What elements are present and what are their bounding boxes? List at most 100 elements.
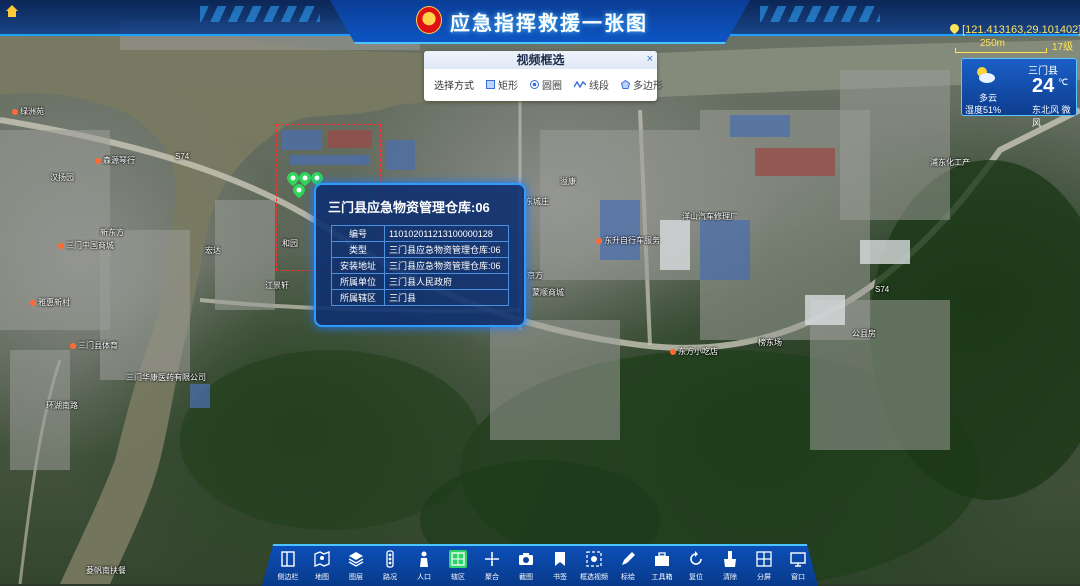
scale-bar — [955, 48, 1047, 53]
rectangle-icon — [486, 80, 495, 89]
popup-info-table: 编号 110102011213100000128 类型 三门县应急物资管理仓库:06… — [331, 225, 509, 306]
map-label: 三门县体育 — [70, 340, 118, 351]
frame-select-icon — [586, 551, 602, 567]
video-select-panel: 视频框选 × 选择方式 矩形 圆圈 线段 多边形 — [424, 51, 663, 101]
home-icon[interactable] — [5, 4, 19, 18]
header-decoration — [200, 6, 320, 22]
row-key: 类型 — [331, 241, 385, 258]
zoom-level: 17级 — [1052, 42, 1074, 53]
table-row: 编号 110102011213100000128 — [331, 225, 509, 242]
option-rectangle[interactable]: 矩形 — [486, 77, 518, 92]
toolbar-sidebar-button[interactable]: 侧边栏 — [272, 548, 304, 586]
map-label: 京方 — [527, 271, 543, 280]
toolbar-split-screen-button[interactable]: 分屏 — [748, 548, 780, 586]
toolbar-frame-video-button[interactable]: 框选视频 — [578, 548, 610, 586]
map-label: 三门中国商城 — [58, 240, 114, 251]
map-label: 蒙顺商城 — [532, 288, 564, 297]
road-number-label: S74 — [175, 152, 190, 161]
map-icon — [314, 551, 330, 567]
toolbar-traffic-button[interactable]: 路况 — [374, 548, 406, 586]
toolbar-reset-button[interactable]: 复位 — [680, 548, 712, 586]
toolbar-layers-button[interactable]: 图层 — [340, 548, 372, 586]
toolbox-icon — [655, 552, 669, 566]
toolbar-population-button[interactable]: 人口 — [408, 548, 440, 586]
row-value: 三门县应急物资管理仓库:06 — [384, 241, 509, 258]
map-label: 森源琴行 — [95, 155, 135, 166]
toolbar-draw-button[interactable]: 标绘 — [612, 548, 644, 586]
row-value: 三门县人民政府 — [384, 273, 509, 290]
table-row: 类型 三门县应急物资管理仓库:06 — [331, 241, 509, 258]
page-title: 应急指挥救援一张图 — [450, 13, 648, 35]
toolbar-screenshot-button[interactable]: 截图 — [510, 548, 542, 586]
location-pin-icon — [950, 24, 959, 34]
map-label: 浦东化工产 — [930, 158, 970, 167]
map-label: 新东方 — [100, 228, 124, 237]
map-label: 榜东场 — [758, 338, 782, 347]
row-key: 安装地址 — [331, 257, 385, 274]
partly-cloudy-icon — [977, 67, 995, 83]
map-label: 和园 — [282, 239, 298, 248]
sidebar-icon — [281, 551, 295, 567]
map-label: 公县房 — [852, 329, 876, 338]
map-label: 江景轩 — [265, 281, 289, 290]
table-row: 所属辖区 三门县 — [331, 289, 509, 306]
circle-icon — [530, 80, 539, 89]
toolbar-cluster-button[interactable]: 聚合 — [476, 548, 508, 586]
header: 应急指挥救援一张图 — [0, 0, 1080, 44]
person-icon — [420, 551, 428, 567]
close-icon[interactable]: × — [647, 53, 653, 65]
camera-icon — [519, 553, 533, 565]
video-select-panel-title: 视频框选 — [424, 51, 657, 69]
bookmark-icon — [555, 552, 565, 566]
header-decoration — [760, 6, 880, 22]
road-number-label: S74 — [875, 285, 890, 294]
line-icon — [574, 80, 586, 89]
map-label: 汉扬园 — [50, 173, 74, 182]
split-screen-icon — [756, 551, 772, 567]
table-row: 所属单位 三门县人民政府 — [331, 273, 509, 290]
map-label: 洋山汽车修理厂 — [682, 212, 738, 221]
weather-wind: 东北风 微风 — [1032, 105, 1071, 128]
row-value: 三门县 — [384, 289, 509, 306]
weather-humidity: 湿度51% — [965, 105, 1002, 115]
option-circle[interactable]: 圆圈 — [530, 77, 562, 92]
map-label: 环湖南路 — [46, 401, 78, 410]
polygon-icon — [621, 80, 630, 89]
row-key: 编号 — [331, 225, 385, 242]
national-emblem-icon — [416, 6, 442, 34]
option-polygon[interactable]: 多边形 — [621, 77, 663, 92]
row-value: 三门县应急物资管理仓库:06 — [384, 257, 509, 274]
row-key: 所属单位 — [331, 273, 385, 290]
map-label: 东升自行车服务 — [596, 235, 660, 246]
toolbar-clear-button[interactable]: 清除 — [714, 548, 746, 586]
map-label: 东城庄 — [525, 197, 549, 206]
weather-unit: ℃ — [1058, 77, 1069, 87]
layers-icon — [348, 552, 364, 567]
option-line[interactable]: 线段 — [574, 77, 609, 92]
traffic-light-icon — [386, 550, 394, 568]
district-icon — [449, 550, 467, 568]
window-icon — [790, 552, 806, 567]
toolbar-district-button[interactable]: 辖区 — [442, 548, 474, 586]
toolbar-window-button[interactable]: 窗口 — [782, 548, 814, 586]
popup-title: 三门县应急物资管理仓库:06 — [328, 200, 490, 215]
row-value: 110102011213100000128 — [384, 225, 509, 242]
toolbar-toolbox-button[interactable]: 工具箱 — [646, 548, 678, 586]
toolbar-map-button[interactable]: 地图 — [306, 548, 338, 586]
camera-marker-icon[interactable] — [293, 184, 305, 198]
map-label: 东方小吃店 — [670, 346, 718, 357]
coordinate-readout: [121.413163,29.101402] — [950, 24, 1080, 36]
map-label: 溢康 — [560, 177, 576, 186]
select-method-label: 选择方式 — [434, 81, 474, 92]
cluster-icon — [485, 552, 499, 566]
clear-icon — [724, 551, 736, 567]
row-key: 所属辖区 — [331, 289, 385, 306]
map-label: 雅惠新村 — [30, 297, 70, 308]
map-label: 宏达 — [205, 246, 221, 255]
reset-icon — [690, 551, 702, 565]
bottom-toolbar: 侧边栏 地图 图层 路况 人口 辖区 聚合 截图 书签 框选视频 标绘 工具箱 … — [262, 544, 818, 586]
table-row: 安装地址 三门县应急物资管理仓库:06 — [331, 257, 509, 274]
toolbar-bookmark-button[interactable]: 书签 — [544, 548, 576, 586]
select-method-row: 选择方式 矩形 圆圈 线段 多边形 — [434, 77, 663, 92]
map-label: 绿洲苑 — [12, 106, 44, 117]
